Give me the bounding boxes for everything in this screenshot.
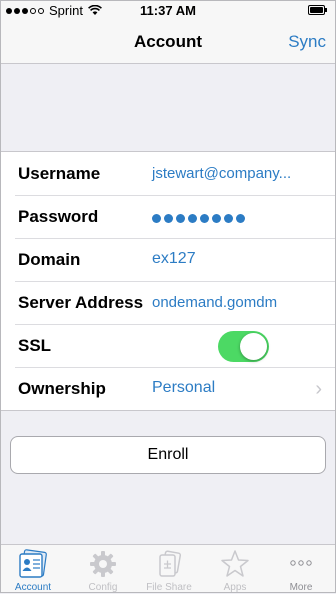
page-title: Account: [134, 32, 202, 51]
password-label: Password: [18, 207, 99, 226]
status-bar: Sprint 11:37 AM: [0, 0, 336, 20]
password-row[interactable]: Password: [0, 195, 336, 238]
ssl-row: SSL: [0, 324, 336, 367]
tab-file-share[interactable]: File Share: [138, 545, 200, 594]
password-mask-dot: [236, 214, 245, 223]
server-address-label: Server Address: [18, 293, 144, 312]
enroll-button[interactable]: Enroll: [10, 436, 326, 474]
account-form: Username jstewart@company... Password Do…: [0, 151, 336, 411]
password-mask-dot: [200, 214, 209, 223]
password-mask-dot: [212, 214, 221, 223]
nav-bar: Account Sync: [0, 20, 336, 64]
tab-account[interactable]: Account: [2, 545, 64, 594]
gear-icon: [90, 551, 116, 577]
username-row[interactable]: Username jstewart@company...: [0, 152, 336, 195]
password-mask-dot: [176, 214, 185, 223]
server-address-field[interactable]: ondemand.gomdm: [152, 294, 277, 311]
star-icon: [221, 550, 249, 577]
password-mask-dot: [224, 214, 233, 223]
password-mask-dot: [164, 214, 173, 223]
tab-label-apps: Apps: [223, 582, 247, 593]
tab-config[interactable]: Config: [72, 545, 134, 594]
tab-label-file-share: File Share: [146, 582, 192, 593]
toggle-knob: [240, 333, 267, 360]
more-dots-icon: [290, 560, 312, 566]
ownership-row[interactable]: Ownership Personal ›: [0, 367, 336, 410]
battery-icon: [308, 5, 328, 15]
username-label: Username: [18, 164, 101, 183]
tab-label-more: More: [289, 582, 313, 593]
ssl-label: SSL: [18, 336, 52, 355]
username-field[interactable]: jstewart@company...: [152, 165, 291, 182]
domain-field[interactable]: ex127: [152, 250, 196, 268]
ownership-label: Ownership: [18, 379, 106, 398]
ownership-value: Personal: [152, 379, 216, 396]
tab-label-account: Account: [14, 582, 52, 593]
tab-more[interactable]: More: [270, 545, 332, 594]
domain-row[interactable]: Domain ex127: [0, 238, 336, 281]
password-mask-dot: [152, 214, 161, 223]
status-time: 11:37 AM: [140, 3, 196, 18]
sync-button[interactable]: Sync: [288, 32, 326, 52]
tab-label-config: Config: [88, 582, 118, 593]
password-mask-dot: [188, 214, 197, 223]
password-field[interactable]: [152, 208, 245, 223]
server-address-row[interactable]: Server Address ondemand.gomdm: [0, 281, 336, 324]
file-share-icon: [159, 550, 182, 577]
tab-bar: Account Config File Share Apps More: [0, 544, 336, 593]
tab-apps[interactable]: Apps: [204, 545, 266, 594]
chevron-right-icon: ›: [315, 378, 322, 400]
account-icon: [19, 549, 47, 578]
ssl-toggle[interactable]: [218, 331, 269, 362]
domain-label: Domain: [18, 250, 81, 269]
